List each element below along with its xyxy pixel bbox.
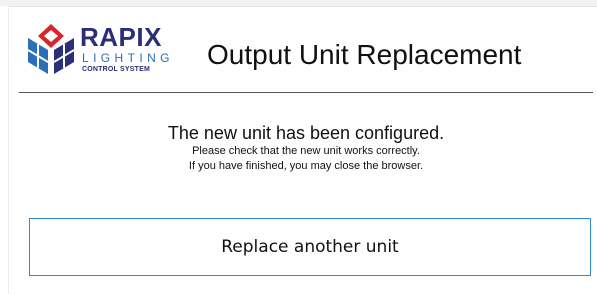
status-headline: The new unit has been configured. — [167, 123, 445, 143]
status-instruction-2: If you have finished, you may close the … — [188, 160, 424, 172]
rapix-logo: RAPIX LIGHTING CONTROL SYSTEM — [24, 22, 174, 82]
header-divider — [19, 92, 593, 93]
page-title: Output Unit Replacement — [207, 39, 522, 70]
status-message: The new unit has been configured. Please… — [19, 122, 593, 174]
status-instruction-1: Please check that the new unit works cor… — [192, 145, 420, 157]
page-header: RAPIX LIGHTING CONTROL SYSTEM Output Uni… — [24, 22, 584, 92]
logo-brand-text: RAPIX — [80, 22, 162, 52]
browser-viewport: RAPIX LIGHTING CONTROL SYSTEM Output Uni… — [0, 0, 597, 294]
logo-control-system-text: CONTROL SYSTEM — [82, 66, 151, 73]
left-edge — [0, 6, 9, 294]
replace-another-unit-button[interactable]: Replace another unit — [29, 218, 591, 276]
rapix-logo-mark-icon — [27, 24, 75, 74]
logo-lighting-text: LIGHTING — [82, 51, 174, 65]
top-edge — [0, 0, 597, 7]
